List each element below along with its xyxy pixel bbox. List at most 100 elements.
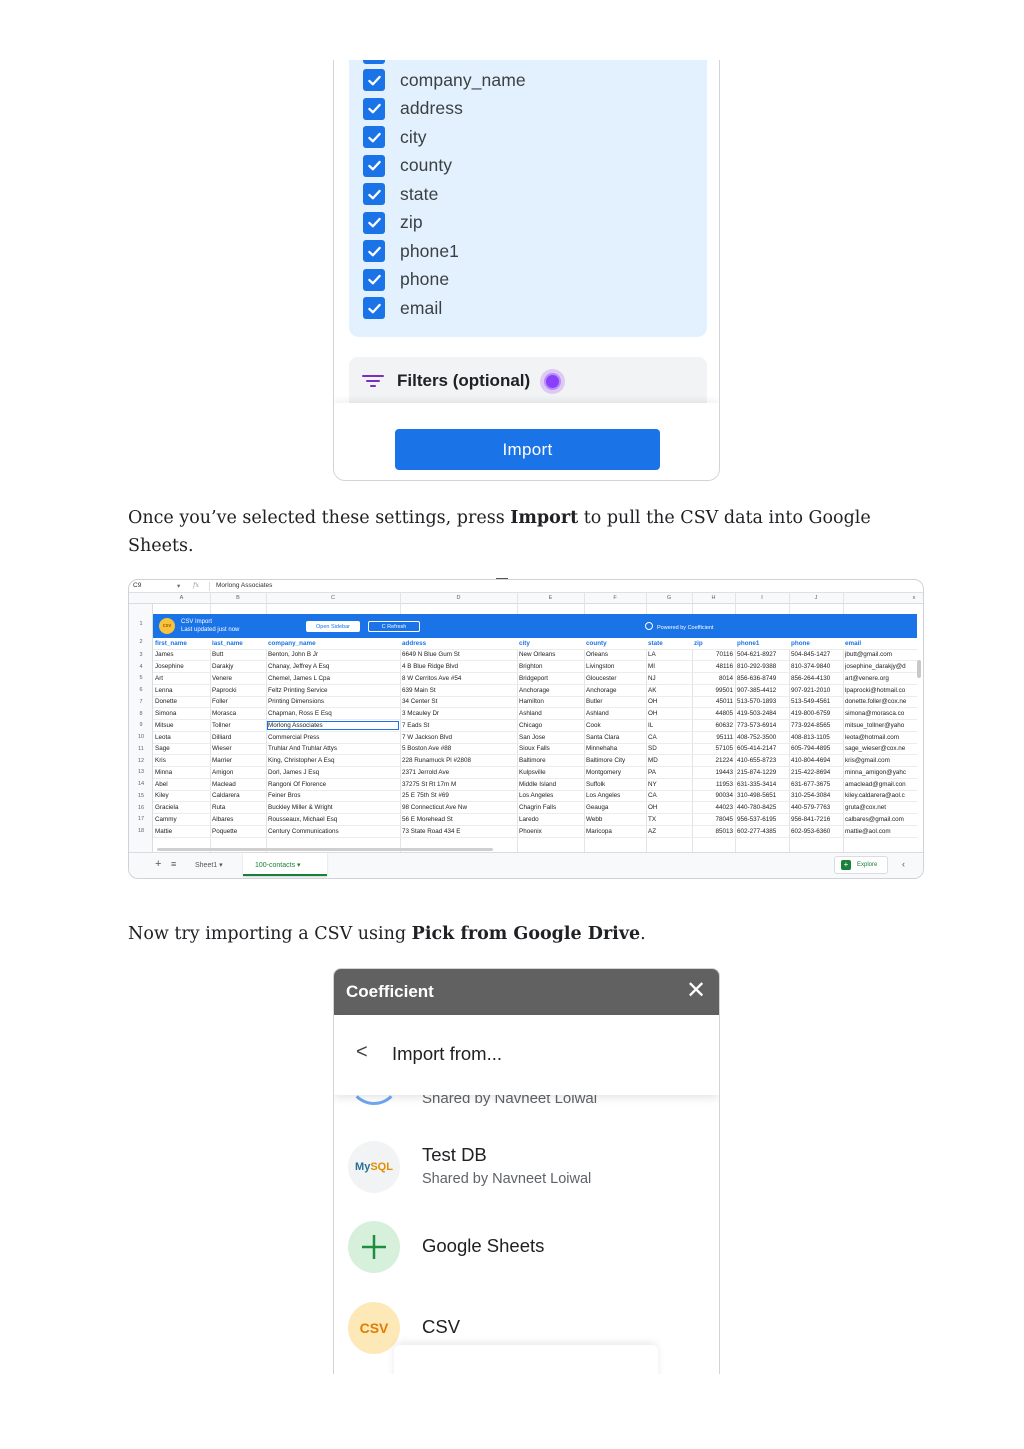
column-letter[interactable]: G <box>646 595 692 601</box>
table-cell[interactable]: phone1 <box>737 640 787 647</box>
table-cell[interactable]: kris@gmail.com <box>845 757 917 764</box>
table-cell[interactable]: Kulpsville <box>519 769 582 776</box>
checkbox-checked-icon[interactable] <box>363 297 385 319</box>
table-cell[interactable]: 6649 N Blue Gum St <box>402 651 515 658</box>
table-cell[interactable]: Rangoni Of Florence <box>268 781 398 788</box>
table-cell[interactable]: 7 W Jackson Blvd <box>402 734 515 741</box>
row-number[interactable]: 16 <box>129 805 153 811</box>
table-cell[interactable]: 21224 <box>694 757 733 764</box>
table-cell[interactable]: Benton, John B Jr <box>268 651 398 658</box>
row-number[interactable]: 9 <box>129 722 153 728</box>
table-cell[interactable]: Mattie <box>155 828 208 835</box>
row-number[interactable]: 11 <box>129 746 153 752</box>
table-cell[interactable]: 25 E 75th St #69 <box>402 792 515 799</box>
table-cell[interactable]: Gloucester <box>586 675 644 682</box>
table-cell[interactable]: Ashland <box>519 710 582 717</box>
table-cell[interactable]: 504-621-8927 <box>737 651 787 658</box>
tab-sheet1[interactable]: Sheet1 ▾ <box>195 861 223 869</box>
row-number[interactable]: 7 <box>129 699 153 705</box>
table-cell[interactable]: 11953 <box>694 781 733 788</box>
table-cell[interactable]: Anchorage <box>519 687 582 694</box>
table-cell[interactable]: Donette <box>155 698 208 705</box>
row-number[interactable]: 3 <box>129 652 153 658</box>
table-cell[interactable]: Marrier <box>212 757 264 764</box>
row-number[interactable]: 12 <box>129 758 153 764</box>
table-cell[interactable]: Maclead <box>212 781 264 788</box>
table-cell[interactable]: PA <box>648 769 690 776</box>
table-cell[interactable]: calbares@gmail.com <box>845 816 917 823</box>
table-cell[interactable]: jbutt@gmail.com <box>845 651 917 658</box>
table-cell[interactable]: 504-845-1427 <box>791 651 841 658</box>
table-cell[interactable]: Amigon <box>212 769 264 776</box>
column-option-address[interactable]: address <box>363 95 463 123</box>
table-cell[interactable]: address <box>402 640 515 647</box>
table-cell[interactable]: sage_wieser@cox.ne <box>845 745 917 752</box>
row-number[interactable]: 5 <box>129 675 153 681</box>
table-cell[interactable]: 215-874-1229 <box>737 769 787 776</box>
table-cell[interactable]: AZ <box>648 828 690 835</box>
table-cell[interactable]: 2371 Jerrold Ave <box>402 769 515 776</box>
table-cell[interactable]: 48116 <box>694 663 733 670</box>
table-cell[interactable]: mitsue_tollner@yaho <box>845 722 917 729</box>
table-cell[interactable]: Wieser <box>212 745 264 752</box>
row-number[interactable]: 17 <box>129 816 153 822</box>
all-sheets-menu-icon[interactable]: ≡ <box>171 859 176 869</box>
table-cell[interactable]: Cammy <box>155 816 208 823</box>
table-cell[interactable]: 4 B Blue Ridge Blvd <box>402 663 515 670</box>
column-letter[interactable]: C <box>266 595 400 601</box>
table-cell[interactable]: 73 State Road 434 E <box>402 828 515 835</box>
table-cell[interactable]: 70116 <box>694 651 733 658</box>
table-cell[interactable]: Sioux Falls <box>519 745 582 752</box>
table-cell[interactable]: Kiley <box>155 792 208 799</box>
table-cell[interactable]: TX <box>648 816 690 823</box>
table-cell[interactable]: Los Angeles <box>586 792 644 799</box>
table-cell[interactable]: company_name <box>268 640 398 647</box>
table-cell[interactable]: IL <box>648 722 690 729</box>
table-cell[interactable]: Buckley Miller & Wright <box>268 804 398 811</box>
table-cell[interactable]: first_name <box>155 640 208 647</box>
table-cell[interactable]: 631-335-3414 <box>737 781 787 788</box>
table-cell[interactable]: 60632 <box>694 722 733 729</box>
table-cell[interactable]: NY <box>648 781 690 788</box>
table-cell[interactable]: Baltimore <box>519 757 582 764</box>
column-letter[interactable]: F <box>584 595 646 601</box>
source-google-sheets[interactable]: Google Sheets <box>348 1221 708 1277</box>
refresh-button[interactable]: C Refresh <box>368 621 420 632</box>
checkbox-checked-icon[interactable] <box>363 211 385 234</box>
table-cell[interactable]: 408-813-1105 <box>791 734 841 741</box>
table-cell[interactable]: Lenna <box>155 687 208 694</box>
table-cell[interactable]: 44805 <box>694 710 733 717</box>
table-cell[interactable]: email <box>845 640 917 647</box>
table-cell[interactable]: 408-752-3500 <box>737 734 787 741</box>
table-cell[interactable]: Darakjy <box>212 663 264 670</box>
tab-100-contacts[interactable]: 100-contacts ▾ <box>243 853 327 876</box>
row-number[interactable]: 4 <box>129 664 153 670</box>
column-letter[interactable]: J <box>789 595 843 601</box>
row-number[interactable]: 8 <box>129 711 153 717</box>
table-cell[interactable]: Printing Dimensions <box>268 698 398 705</box>
table-cell[interactable]: 773-924-8565 <box>791 722 841 729</box>
table-cell[interactable]: Chicago <box>519 722 582 729</box>
table-cell[interactable]: San Jose <box>519 734 582 741</box>
table-cell[interactable]: Art <box>155 675 208 682</box>
cell-reference[interactable]: C9 <box>133 582 141 589</box>
table-cell[interactable]: Cook <box>586 722 644 729</box>
table-cell[interactable]: 956-537-6195 <box>737 816 787 823</box>
checkbox-checked-icon[interactable] <box>363 69 385 91</box>
table-cell[interactable]: Chanay, Jeffrey A Esq <box>268 663 398 670</box>
table-cell[interactable]: Webb <box>586 816 644 823</box>
table-cell[interactable]: Ruta <box>212 804 264 811</box>
table-cell[interactable]: 215-422-8694 <box>791 769 841 776</box>
table-cell[interactable]: 602-953-6360 <box>791 828 841 835</box>
table-cell[interactable]: Josephine <box>155 663 208 670</box>
table-cell[interactable]: James <box>155 651 208 658</box>
table-cell[interactable]: Montgomery <box>586 769 644 776</box>
checkbox-checked-icon[interactable] <box>363 154 385 177</box>
table-cell[interactable]: 605-414-2147 <box>737 745 787 752</box>
table-cell[interactable]: 56 E Morehead St <box>402 816 515 823</box>
table-cell[interactable]: MD <box>648 757 690 764</box>
table-cell[interactable]: gruta@cox.net <box>845 804 917 811</box>
table-cell[interactable]: amaclead@gmail.con <box>845 781 917 788</box>
table-cell[interactable]: 856-264-4130 <box>791 675 841 682</box>
table-cell[interactable]: 956-841-7216 <box>791 816 841 823</box>
